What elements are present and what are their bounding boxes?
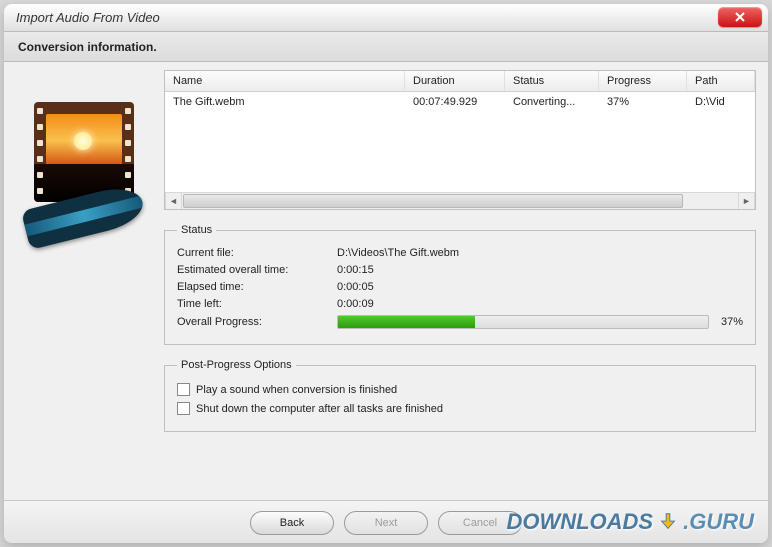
cell-duration: 00:07:49.929 [405, 95, 505, 109]
video-film-icon [34, 102, 134, 232]
shutdown-checkbox[interactable] [177, 402, 190, 415]
main-panel: Name Duration Status Progress Path The G… [164, 62, 768, 500]
download-arrow-icon [657, 511, 679, 533]
dialog-window: Import Audio From Video Conversion infor… [4, 4, 768, 543]
status-group: Status Current file: D:\Videos\The Gift.… [164, 224, 756, 345]
sidebar [4, 62, 164, 500]
overall-label: Overall Progress: [177, 316, 337, 328]
elapsed-label: Elapsed time: [177, 281, 337, 293]
elapsed-value: 0:00:05 [337, 281, 743, 293]
next-button: Next [344, 511, 428, 535]
watermark-text-a: DOWNLOADS [506, 509, 653, 535]
table-row[interactable]: The Gift.webm 00:07:49.929 Converting...… [165, 92, 755, 112]
eta-value: 0:00:15 [337, 264, 743, 276]
horizontal-scrollbar[interactable]: ◄ ► [165, 192, 755, 209]
shutdown-label: Shut down the computer after all tasks a… [196, 403, 443, 415]
scroll-track[interactable] [182, 193, 738, 209]
status-legend: Status [177, 224, 216, 236]
header-subtitle: Conversion information. [18, 40, 157, 54]
header-bar: Conversion information. [4, 32, 768, 62]
cell-name: The Gift.webm [165, 95, 405, 109]
table-header: Name Duration Status Progress Path [165, 71, 755, 92]
post-legend: Post-Progress Options [177, 359, 296, 371]
close-button[interactable] [718, 7, 762, 27]
play-sound-checkbox[interactable] [177, 383, 190, 396]
current-file-label: Current file: [177, 247, 337, 259]
content-area: Name Duration Status Progress Path The G… [4, 62, 768, 500]
play-sound-label: Play a sound when conversion is finished [196, 384, 397, 396]
col-path[interactable]: Path [687, 71, 755, 91]
scroll-left-icon[interactable]: ◄ [165, 193, 182, 209]
col-progress[interactable]: Progress [599, 71, 687, 91]
titlebar: Import Audio From Video [4, 4, 768, 32]
overall-percent: 37% [721, 316, 743, 328]
table-body: The Gift.webm 00:07:49.929 Converting...… [165, 92, 755, 192]
col-status[interactable]: Status [505, 71, 599, 91]
cell-path: D:\Vid [687, 95, 755, 109]
back-button[interactable]: Back [250, 511, 334, 535]
close-icon [735, 12, 745, 22]
watermark-text-b: .GURU [683, 509, 754, 535]
current-file-value: D:\Videos\The Gift.webm [337, 247, 743, 259]
watermark: DOWNLOADS .GURU [506, 509, 754, 535]
col-duration[interactable]: Duration [405, 71, 505, 91]
post-progress-group: Post-Progress Options Play a sound when … [164, 359, 756, 432]
overall-progress-bar [337, 315, 709, 329]
cell-status: Converting... [505, 95, 599, 109]
progress-fill [338, 316, 475, 328]
window-title: Import Audio From Video [16, 10, 160, 25]
file-table: Name Duration Status Progress Path The G… [164, 70, 756, 210]
cell-progress: 37% [599, 95, 687, 109]
scroll-thumb[interactable] [183, 194, 683, 208]
eta-label: Estimated overall time: [177, 264, 337, 276]
col-name[interactable]: Name [165, 71, 405, 91]
time-left-value: 0:00:09 [337, 298, 743, 310]
scroll-right-icon[interactable]: ► [738, 193, 755, 209]
time-left-label: Time left: [177, 298, 337, 310]
